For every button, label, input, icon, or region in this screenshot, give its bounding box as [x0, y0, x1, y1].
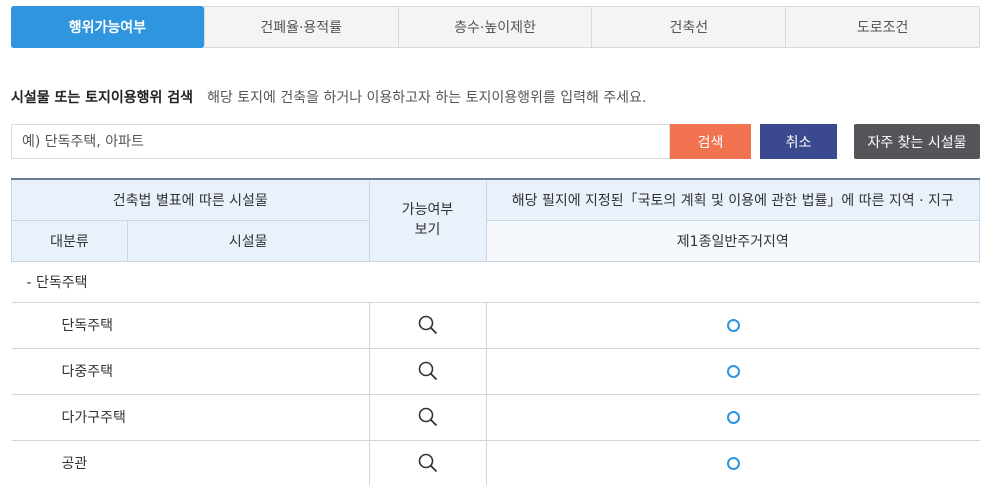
possible-circle-icon	[726, 410, 740, 424]
search-row: 검색 취소 자주 찾는 시설물	[11, 124, 980, 159]
table-row: 다가구주택	[11, 394, 980, 441]
header-zone-group: 해당 필지에 지정된「국토의 계획 및 이용에 관한 법률」에 따른 지역 · …	[485, 178, 981, 221]
frequent-facilities-button[interactable]: 자주 찾는 시설물	[854, 124, 980, 159]
table-row: 공관	[11, 440, 980, 485]
facility-table: 건축법 별표에 따른 시설물 가능여부 보기 해당 필지에 지정된「국토의 계획…	[11, 178, 981, 485]
page: 행위가능여부 건폐율·용적률 층수·높이제한 건축선 도로조건 시설물 또는 토…	[0, 0, 986, 485]
zone-cell	[486, 302, 980, 349]
facility-name: 다가구주택	[11, 394, 370, 441]
search-button[interactable]: 검색	[670, 124, 751, 159]
search-input[interactable]	[11, 124, 670, 159]
tab-height-limit[interactable]: 층수·높이제한	[397, 7, 592, 47]
zone-cell	[486, 394, 980, 441]
facility-name: 다중주택	[11, 348, 370, 395]
zone-cell	[486, 348, 980, 395]
header-facility-group: 건축법 별표에 따른 시설물	[11, 178, 370, 221]
search-title: 시설물 또는 토지이용행위 검색	[11, 90, 194, 106]
cancel-button[interactable]: 취소	[760, 124, 837, 159]
tab-coverage-ratio[interactable]: 건폐율·용적률	[203, 7, 398, 47]
table-row: 다중주택	[11, 348, 980, 395]
header-possible-label: 가능여부 보기	[401, 202, 454, 239]
possible-cell	[368, 394, 487, 441]
tab-action-possibility[interactable]: 행위가능여부	[11, 6, 204, 48]
possible-cell	[368, 302, 487, 349]
header-zone: 제1종일반주거지역	[485, 219, 981, 262]
facility-name: 단독주택	[11, 302, 370, 349]
possible-circle-icon	[726, 364, 740, 378]
magnifier-icon[interactable]	[418, 453, 438, 473]
magnifier-icon[interactable]	[418, 315, 438, 335]
tab-bar: 행위가능여부 건폐율·용적률 층수·높이제한 건축선 도로조건	[11, 6, 980, 48]
header-facility: 시설물	[126, 219, 370, 262]
category-row: - 단독주택	[11, 261, 980, 303]
header-possible: 가능여부 보기	[368, 178, 487, 262]
tab-building-line[interactable]: 건축선	[591, 7, 785, 47]
possible-cell	[368, 348, 487, 395]
category-label: - 단독주택	[11, 261, 980, 303]
facility-name: 공관	[11, 440, 370, 485]
table-row: 단독주택	[11, 302, 980, 349]
possible-circle-icon	[726, 456, 740, 470]
header-category: 대분류	[11, 219, 128, 262]
magnifier-icon[interactable]	[418, 361, 438, 381]
search-description: 해당 토지에 건축을 하거나 이용하고자 하는 토지이용행위를 입력해 주세요.	[207, 90, 647, 106]
zone-cell	[486, 440, 980, 485]
magnifier-icon[interactable]	[418, 407, 438, 427]
search-section-label: 시설물 또는 토지이용행위 검색 해당 토지에 건축을 하거나 이용하고자 하는…	[11, 87, 646, 107]
possible-circle-icon	[726, 318, 740, 332]
tab-road-condition[interactable]: 도로조건	[785, 7, 979, 47]
possible-cell	[368, 440, 487, 485]
